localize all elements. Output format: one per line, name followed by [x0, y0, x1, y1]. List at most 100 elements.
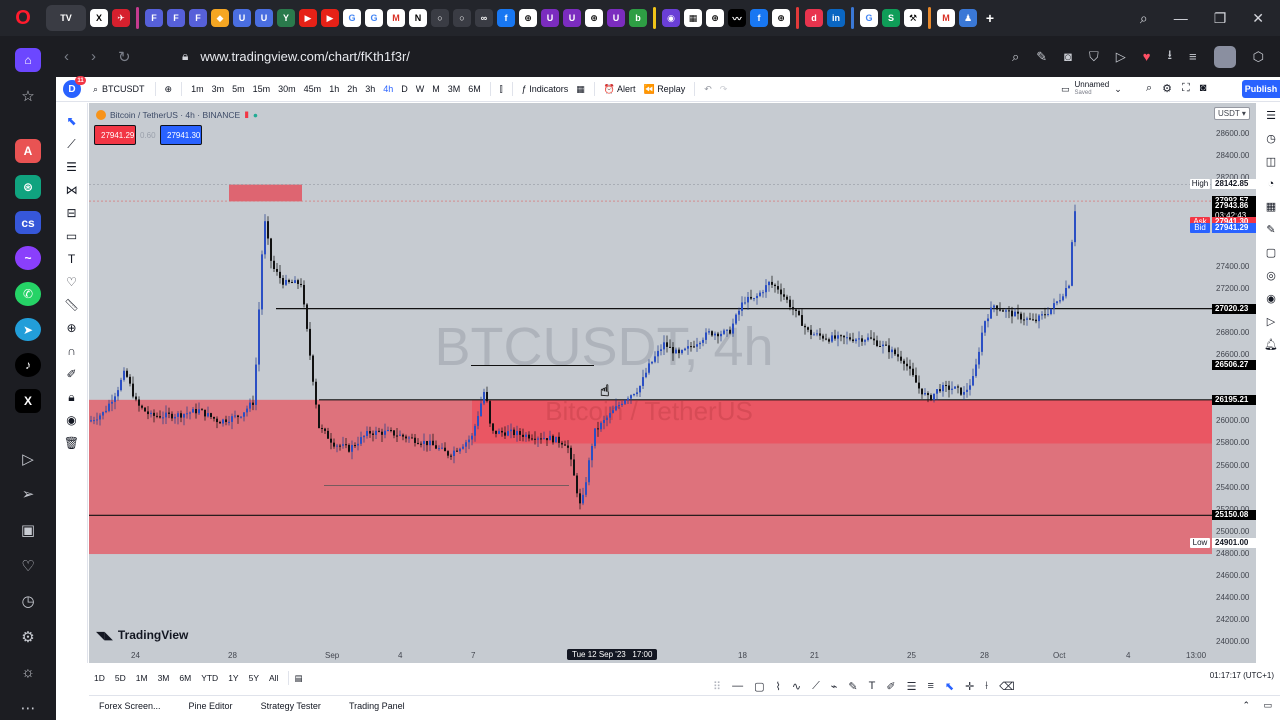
search-tabs-icon[interactable]: ⌕ — [1140, 10, 1148, 27]
interval-3M[interactable]: 3M — [444, 84, 465, 94]
interval-1m[interactable]: 1m — [187, 84, 208, 94]
tab-facebook2-icon[interactable]: f — [750, 9, 768, 27]
watchlist-icon[interactable]: ☰ — [1266, 109, 1276, 122]
tab-x-icon[interactable]: X — [90, 9, 108, 27]
price-chart[interactable]: BTCUSDT, 4h Bitcoin / TetherUS☝ — [89, 103, 1212, 648]
curve-icon[interactable]: ∿ — [792, 680, 801, 693]
settings-icon[interactable]: ⚙ — [15, 625, 41, 649]
interval-45m[interactable]: 45m — [300, 84, 326, 94]
undo-icon[interactable]: ↶ — [700, 84, 716, 95]
lightbulb-icon[interactable]: ☼ — [15, 661, 41, 685]
range-1d[interactable]: 1D — [89, 673, 110, 683]
bottom-tab-1[interactable]: Pine Editor — [179, 701, 251, 711]
hotlist-icon[interactable]: ◔ — [1268, 178, 1275, 190]
publish-button[interactable]: Publish — [1242, 80, 1280, 98]
bottom-tab-0[interactable]: Forex Screen... — [89, 701, 179, 711]
close-window-icon[interactable]: ✕ — [1252, 10, 1264, 27]
data-window-icon[interactable]: ◫ — [1266, 155, 1276, 168]
trend-line-icon[interactable]: ⟋ — [62, 134, 82, 154]
lock-drawings-icon[interactable]: 🔒︎ — [62, 387, 82, 407]
ideas-icon[interactable]: ✎ — [1266, 223, 1275, 236]
ruler-icon[interactable]: 📏︎ — [62, 295, 82, 315]
lock-icon[interactable]: 🔒︎ — [182, 49, 188, 64]
chatgpt-icon[interactable]: ⊛ — [15, 175, 41, 199]
tab-shield-icon[interactable]: U — [233, 9, 251, 27]
telegram-icon[interactable]: ➤ — [15, 317, 41, 342]
tab-f-icon[interactable]: F — [145, 9, 163, 27]
minimize-icon[interactable]: — — [1174, 10, 1188, 26]
user-avatar[interactable]: D 11 — [63, 76, 86, 98]
tab-red-app-icon[interactable]: ✈ — [112, 9, 130, 27]
interval-W[interactable]: W — [412, 84, 429, 94]
tab-f3-icon[interactable]: F — [189, 9, 207, 27]
redo-icon[interactable]: ↷ — [716, 84, 732, 95]
player-icon[interactable]: ▷ — [15, 447, 41, 471]
price-scale[interactable]: 28800.0028600.0028400.0028200.0027400.00… — [1190, 103, 1256, 648]
highlighter-icon[interactable]: ✐ — [886, 680, 895, 693]
shield-icon[interactable]: ⛉ — [1089, 49, 1099, 65]
range-all[interactable]: All — [264, 673, 283, 683]
tab-plant-icon[interactable]: Y — [277, 9, 295, 27]
forward-icon[interactable]: › — [91, 48, 96, 66]
tab-firebase-icon[interactable]: ◆ — [211, 9, 229, 27]
star-icon[interactable]: ☆ — [15, 84, 41, 108]
tab-gmail2-icon[interactable]: M — [937, 9, 955, 27]
restore-icon[interactable]: ❐ — [1214, 10, 1227, 27]
tab-people-icon[interactable]: ♟ — [959, 9, 977, 27]
tab-wave-icon[interactable]: 〰 — [728, 9, 746, 27]
indicators-button[interactable]: ƒ Indicators — [518, 84, 573, 94]
tab-grid-icon[interactable]: ▦ — [684, 9, 702, 27]
interval-4h[interactable]: 4h — [379, 84, 397, 94]
layout-selector[interactable]: ▭ Unnamed Saved ⌄ — [1061, 81, 1122, 97]
alerts-clock-icon[interactable]: ◷ — [1266, 132, 1276, 145]
bottom-tab-2[interactable]: Strategy Tester — [251, 701, 339, 711]
text-tool-icon[interactable]: T — [869, 680, 876, 692]
tab-tradingview[interactable]: TV — [46, 5, 86, 31]
cursor-tool-icon[interactable]: ⬉ — [945, 680, 954, 693]
brush-icon[interactable]: ✎ — [848, 680, 857, 693]
drag-handle-icon[interactable]: ⠿ — [713, 680, 721, 693]
play-icon[interactable]: ▷ — [1116, 49, 1126, 65]
more-icon[interactable]: ⋯ — [15, 696, 41, 720]
tab-f2-icon[interactable]: F — [167, 9, 185, 27]
profile-avatar[interactable] — [1213, 45, 1236, 68]
broadcast-icon[interactable]: ◉ — [1266, 292, 1276, 305]
back-icon[interactable]: ‹ — [64, 48, 69, 66]
interval-30m[interactable]: 30m — [274, 84, 300, 94]
quick-search-icon[interactable]: ⌕ — [1146, 82, 1152, 95]
interval-D[interactable]: D — [397, 84, 412, 94]
trash-icon[interactable]: 🗑︎ — [62, 433, 82, 453]
snapshot-icon[interactable]: ◙ — [1200, 82, 1207, 95]
range-ytd[interactable]: YTD — [196, 673, 223, 683]
eraser-icon[interactable]: ⌫ — [999, 680, 1015, 693]
goto-date-icon[interactable]: ▤ — [294, 673, 302, 684]
opera-logo-icon[interactable]: O — [0, 0, 46, 36]
interval-2h[interactable]: 2h — [343, 84, 361, 94]
tab-chrome-icon[interactable]: G — [860, 9, 878, 27]
pencil-lock-icon[interactable]: ✐ — [62, 364, 82, 384]
tab-circle2-icon[interactable]: ○ — [453, 9, 471, 27]
symbol-search[interactable]: ⌕ BTCUSDT — [93, 84, 145, 95]
bottom-tab-3[interactable]: Trading Panel — [339, 701, 423, 711]
hline-icon[interactable]: — — [732, 680, 743, 692]
cursor-icon[interactable]: ⬉ — [62, 111, 82, 131]
polyline-icon[interactable]: ⌁ — [831, 680, 838, 693]
line-icon[interactable]: ⟋ — [812, 680, 820, 693]
eye-icon[interactable]: ◉ — [62, 410, 82, 430]
fib-tool-icon[interactable]: ☰ — [907, 680, 917, 693]
tab-google2-icon[interactable]: G — [365, 9, 383, 27]
tab-u2-icon[interactable]: U — [563, 9, 581, 27]
alert-button[interactable]: ⏰ Alert — [600, 84, 640, 95]
compare-symbol-icon[interactable]: ⊕ — [161, 84, 177, 95]
path-icon[interactable]: ⌇ — [775, 680, 780, 693]
vline-icon[interactable]: ⟊ — [985, 680, 988, 693]
x-twitter-icon[interactable]: X — [15, 389, 41, 413]
time-axis[interactable]: 24 28 Sep 4 7 18 21 25 28 Oct 4 13:00 Tue 12 Sep '23… — [89, 648, 1256, 663]
interval-1h[interactable]: 1h — [325, 84, 343, 94]
tab-purple-icon[interactable]: ◉ — [662, 9, 680, 27]
pattern-icon[interactable]: ⋈ — [62, 180, 82, 200]
easy-setup-icon[interactable]: ≡ — [1189, 49, 1197, 64]
tab-gmail-icon[interactable]: M — [387, 9, 405, 27]
tab-u3-icon[interactable]: U — [607, 9, 625, 27]
rectangle-icon[interactable]: ▭ — [62, 226, 82, 246]
